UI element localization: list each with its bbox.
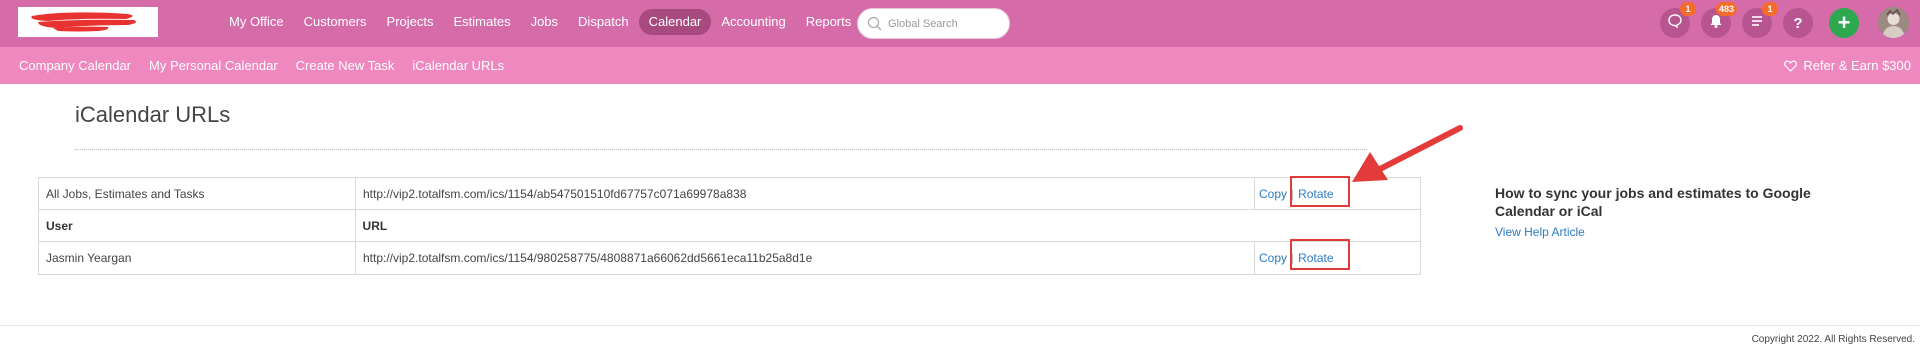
- table-row: Jasmin Yeargan http://vip2.totalfsm.com/…: [39, 242, 1420, 274]
- user-name: Jasmin Yeargan: [39, 242, 356, 274]
- title-divider: [75, 149, 1367, 150]
- plus-icon: +: [1837, 10, 1851, 35]
- nav-projects[interactable]: Projects: [377, 9, 444, 35]
- subnav-create-new-task[interactable]: Create New Task: [287, 58, 404, 73]
- copy-link-all[interactable]: Copy: [1259, 187, 1287, 201]
- add-new-button[interactable]: +: [1829, 8, 1859, 38]
- footer: Copyright 2022. All Rights Reserved.: [0, 325, 1920, 364]
- subnav-my-personal-calendar[interactable]: My Personal Calendar: [140, 58, 287, 73]
- subnav-icalendar-urls[interactable]: iCalendar URLs: [403, 58, 513, 73]
- heart-icon: [1784, 60, 1798, 72]
- table-header-row: User URL: [39, 210, 1420, 242]
- refer-earn-link[interactable]: Refer & Earn $300: [1784, 47, 1911, 84]
- avatar-image: [1878, 7, 1909, 38]
- nav-jobs[interactable]: Jobs: [521, 9, 568, 35]
- all-items-label: All Jobs, Estimates and Tasks: [39, 178, 356, 209]
- subnav-company-calendar[interactable]: Company Calendar: [10, 58, 140, 73]
- tasks-button[interactable]: 1: [1742, 2, 1778, 38]
- all-items-url: http://vip2.totalfsm.com/ics/1154/ab5475…: [356, 178, 1255, 209]
- tasks-badge: 1: [1762, 2, 1778, 16]
- column-header-url: URL: [362, 218, 388, 233]
- logo-redacted-mark: [31, 12, 136, 32]
- list-icon: [1749, 13, 1765, 34]
- global-search: [857, 8, 1010, 39]
- nav-estimates[interactable]: Estimates: [444, 9, 521, 35]
- copyright-text: Copyright 2022. All Rights Reserved.: [1751, 334, 1915, 345]
- nav-accounting[interactable]: Accounting: [711, 9, 795, 35]
- nav-reports[interactable]: Reports: [796, 9, 862, 35]
- global-search-input[interactable]: [888, 15, 1003, 33]
- all-items-row: All Jobs, Estimates and Tasks http://vip…: [39, 178, 1420, 210]
- column-header-user: User: [39, 210, 356, 241]
- view-help-article-link[interactable]: View Help Article: [1495, 225, 1585, 239]
- icalendar-urls-table: All Jobs, Estimates and Tasks http://vip…: [38, 177, 1421, 275]
- notifications-badge: 483: [1715, 2, 1737, 16]
- help-button[interactable]: ?: [1783, 8, 1813, 38]
- calendar-subnav: Company Calendar My Personal Calendar Cr…: [10, 47, 513, 84]
- notifications-button[interactable]: 483: [1701, 2, 1737, 38]
- rotate-highlight-box: [1290, 239, 1350, 270]
- annotation-arrow-icon: [1352, 125, 1463, 182]
- main-nav: My Office Customers Projects Estimates J…: [219, 8, 861, 36]
- calendar-subnav-bar: Company Calendar My Personal Calendar Cr…: [0, 47, 1920, 84]
- help-icon: ?: [1793, 14, 1803, 32]
- nav-dispatch[interactable]: Dispatch: [568, 9, 639, 35]
- nav-calendar[interactable]: Calendar: [638, 9, 712, 35]
- help-title: How to sync your jobs and estimates to G…: [1495, 185, 1811, 219]
- user-url: http://vip2.totalfsm.com/ics/1154/980258…: [356, 242, 1255, 274]
- chat-badge: 1: [1680, 2, 1696, 16]
- chat-bubble-icon: [1667, 13, 1683, 34]
- refer-earn-label: Refer & Earn $300: [1803, 58, 1911, 73]
- chat-button[interactable]: 1: [1660, 2, 1696, 38]
- nav-my-office[interactable]: My Office: [219, 9, 294, 35]
- user-avatar[interactable]: [1878, 7, 1909, 38]
- page-title: iCalendar URLs: [75, 102, 231, 127]
- company-logo[interactable]: [18, 7, 158, 37]
- top-navbar: My Office Customers Projects Estimates J…: [0, 0, 1920, 47]
- nav-customers[interactable]: Customers: [294, 9, 377, 35]
- search-icon: [867, 16, 882, 36]
- copy-link-user[interactable]: Copy: [1259, 251, 1287, 265]
